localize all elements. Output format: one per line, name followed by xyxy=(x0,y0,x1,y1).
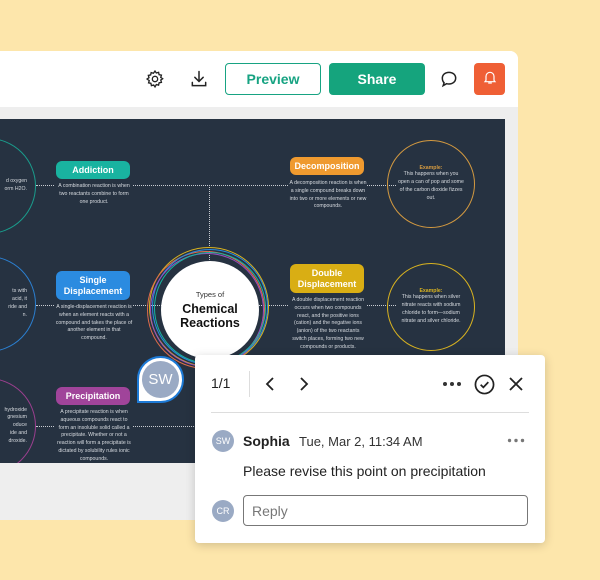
node-addiction[interactable]: Addiction xyxy=(56,161,130,179)
node-decomposition[interactable]: Decomposition xyxy=(290,157,364,175)
node-description: A double displacement reaction occurs wh… xyxy=(289,297,367,352)
divider xyxy=(249,371,250,397)
ellipsis-icon[interactable] xyxy=(441,374,463,394)
download-icon[interactable] xyxy=(185,65,213,93)
node-description: A combination reaction is when two react… xyxy=(55,183,133,207)
node-precipitation[interactable]: Precipitation xyxy=(56,387,130,405)
node-description: A decomposition reaction is when a singl… xyxy=(289,180,367,212)
preview-button[interactable]: Preview xyxy=(225,63,321,95)
chevron-left-icon[interactable] xyxy=(261,374,279,394)
gear-icon[interactable] xyxy=(141,65,169,93)
divider xyxy=(211,412,529,413)
node-double-displacement[interactable]: Double Displacement xyxy=(290,264,364,293)
reply-input[interactable] xyxy=(243,495,528,526)
comment-marker[interactable]: SW xyxy=(137,356,184,403)
example-circle: hydroxide gnesium oduce ide and droxide. xyxy=(0,378,36,463)
example-circle: Example: This happens when you open a ca… xyxy=(387,140,475,228)
notifications-button[interactable] xyxy=(474,63,505,95)
comment-popup: 1/1 SW Sophia Tue, Mar 2, 11:34 AM Pleas… xyxy=(195,355,545,543)
avatar: CR xyxy=(212,500,234,522)
comment-timestamp: Tue, Mar 2, 11:34 AM xyxy=(299,434,423,449)
bell-icon xyxy=(482,68,498,91)
example-circle: Example: This happens when silver nitrat… xyxy=(387,263,475,351)
example-circle: d oxygen orm H2O. xyxy=(0,138,36,234)
comment-text: Please revise this point on precipitatio… xyxy=(243,463,486,479)
comment-author: Sophia xyxy=(243,433,290,449)
chevron-right-icon[interactable] xyxy=(295,374,313,394)
share-button[interactable]: Share xyxy=(329,63,425,95)
toolbar: Preview Share xyxy=(0,51,518,107)
avatar: SW xyxy=(212,430,234,452)
comment-pager: 1/1 xyxy=(211,375,231,391)
check-circle-icon[interactable] xyxy=(473,373,495,395)
ellipsis-icon[interactable] xyxy=(505,433,527,447)
close-icon[interactable] xyxy=(506,374,526,394)
node-description: A single-displacement reaction is when a… xyxy=(55,304,133,343)
central-topic[interactable]: Types of Chemical Reactions xyxy=(161,261,259,359)
node-single-displacement[interactable]: Single Displacement xyxy=(56,271,130,300)
node-description: A precipitate reaction is when aqueous c… xyxy=(55,409,133,463)
example-circle: ts with acid, it ride and n. xyxy=(0,256,36,352)
avatar: SW xyxy=(142,361,179,398)
speech-bubble-icon[interactable] xyxy=(435,65,463,93)
